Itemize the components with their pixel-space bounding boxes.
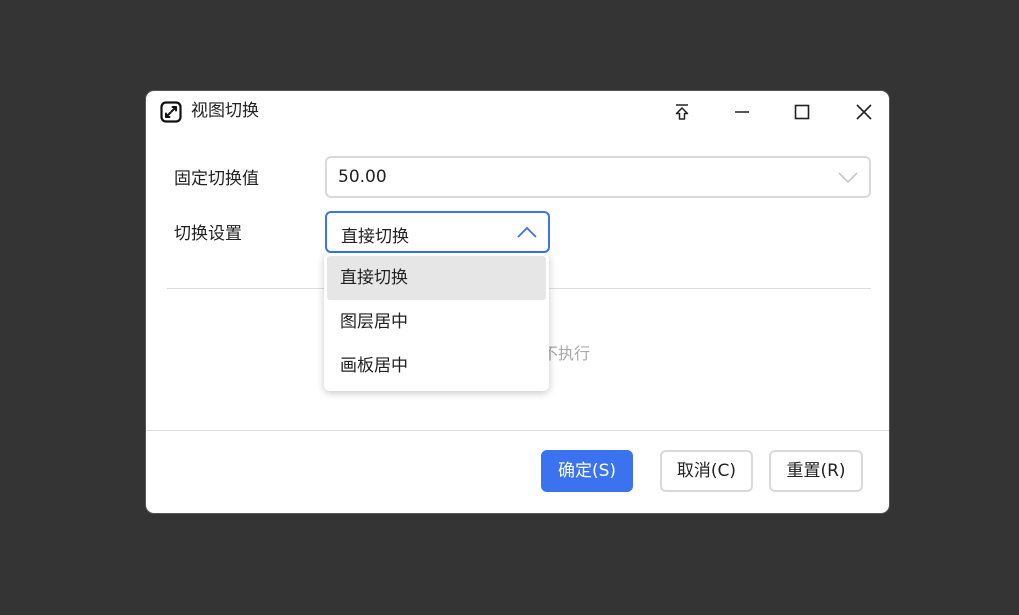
close-icon bbox=[856, 104, 872, 120]
fixed-value-text: 50.00 bbox=[338, 167, 387, 187]
fixed-value-label: 固定切换值 bbox=[174, 169, 259, 189]
chevron-up-icon bbox=[517, 226, 537, 238]
title-bar[interactable]: 视图切换 bbox=[146, 91, 889, 133]
dropdown-option-direct[interactable]: 直接切换 bbox=[327, 256, 546, 300]
maximize-button[interactable] bbox=[786, 97, 818, 127]
dropdown-option-artboard-center[interactable]: 画板居中 bbox=[327, 344, 546, 388]
chevron-down-icon bbox=[838, 172, 858, 184]
switch-setting-text: 直接切换 bbox=[341, 227, 409, 247]
dialog-title: 视图切换 bbox=[191, 101, 259, 121]
close-button[interactable] bbox=[848, 97, 880, 127]
pin-icon bbox=[675, 104, 689, 120]
fixed-value-select[interactable]: 50.00 bbox=[325, 156, 871, 198]
hint-text: 不执行 bbox=[542, 344, 591, 363]
minimize-button[interactable] bbox=[726, 97, 758, 127]
pin-button[interactable] bbox=[666, 97, 698, 127]
expand-arrows-icon bbox=[160, 101, 182, 123]
switch-setting-select[interactable]: 直接切换 bbox=[325, 211, 550, 253]
reset-button[interactable]: 重置(R) bbox=[769, 450, 863, 492]
maximize-icon bbox=[794, 104, 810, 120]
confirm-button[interactable]: 确定(S) bbox=[541, 450, 633, 492]
switch-setting-label: 切换设置 bbox=[174, 224, 242, 244]
switch-setting-dropdown: 直接切换 图层居中 画板居中 bbox=[324, 253, 549, 391]
cancel-button[interactable]: 取消(C) bbox=[660, 450, 753, 492]
footer-divider bbox=[146, 430, 889, 431]
minimize-icon bbox=[735, 111, 749, 113]
dropdown-option-layer-center[interactable]: 图层居中 bbox=[327, 300, 546, 344]
